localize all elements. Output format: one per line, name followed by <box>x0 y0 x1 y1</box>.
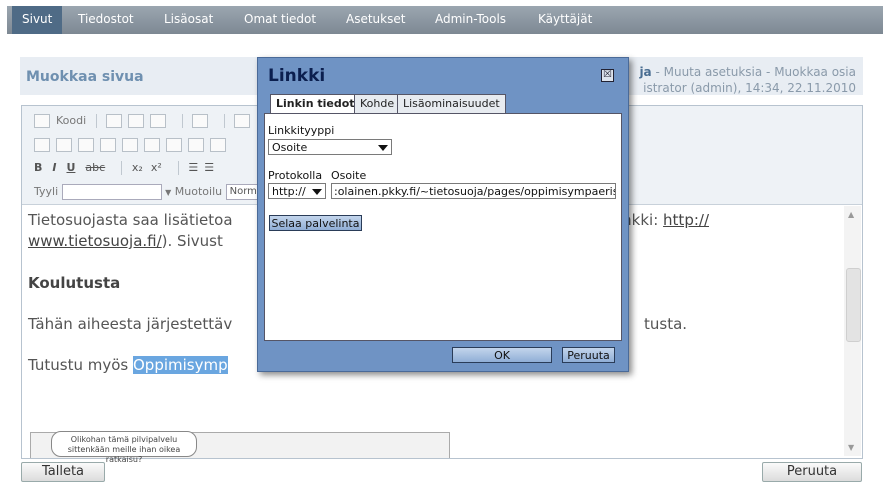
style-select[interactable] <box>61 184 162 200</box>
dialog-body: Linkkityyppi Osoite Protokolla http:// O… <box>264 113 622 341</box>
templates-icon[interactable] <box>192 114 209 128</box>
scroll-down-icon[interactable]: ▼ <box>848 443 854 452</box>
link-tietosuoja-part2[interactable]: www.tietosuoja.fi/ <box>28 232 162 250</box>
text-segment: ). Sivust <box>161 232 223 250</box>
top-navigation: Sivut Tiedostot Lisäosat Omat tiedot Ase… <box>0 0 883 36</box>
format-label: Muotoilu <box>174 185 223 198</box>
save-icon[interactable] <box>106 114 123 128</box>
link-type-value: Osoite <box>272 141 308 154</box>
source-button-label[interactable]: Koodi <box>56 114 86 127</box>
new-page-icon[interactable] <box>128 114 145 128</box>
nav-item-kayttajat[interactable]: Käyttäjät <box>528 6 602 34</box>
cut-icon[interactable] <box>234 114 251 128</box>
select-icon[interactable] <box>144 138 160 152</box>
hidden-field-icon[interactable] <box>210 138 226 152</box>
url-input[interactable]: :olainen.pkky.fi/~tietosuoja/pages/oppim… <box>331 183 616 199</box>
nav-item-lisaosat[interactable]: Lisäosat <box>154 6 223 34</box>
paragraph-2: Tähän aiheesta järjestettäv <box>28 314 232 334</box>
form-icon[interactable] <box>34 138 50 152</box>
toolbar-row-4: Tyyli ▼ Muotoilu Norma <box>34 184 263 204</box>
subscript-icon[interactable]: x₂ <box>132 161 143 174</box>
dialog-title: Linkki <box>268 66 326 86</box>
dialog-cancel-button[interactable]: Peruuta <box>562 347 615 363</box>
browse-server-button[interactable]: Selaa palvelinta <box>269 215 362 231</box>
nav-item-asetukset[interactable]: Asetukset <box>336 6 415 34</box>
text-segment: tusta. <box>644 315 688 333</box>
textfield-icon[interactable] <box>100 138 116 152</box>
breadcrumb-links[interactable]: - Muuta asetuksia - Muokkaa osia <box>652 65 856 79</box>
link-tietosuoja-part1[interactable]: http:// <box>663 211 709 229</box>
nav-item-omat-tiedot[interactable]: Omat tiedot <box>234 6 326 34</box>
save-button[interactable]: Talleta <box>21 462 105 482</box>
chevron-down-icon <box>312 189 322 195</box>
chevron-down-icon[interactable]: ▼ <box>165 188 171 197</box>
nav-bar: Sivut Tiedostot Lisäosat Omat tiedot Ase… <box>7 6 883 34</box>
tab-target[interactable]: Kohde <box>354 94 401 113</box>
tab-advanced[interactable]: Lisäominaisuudet <box>397 94 506 113</box>
superscript-icon[interactable]: x² <box>151 161 162 174</box>
toolbar-separator <box>177 161 179 175</box>
textarea-icon[interactable] <box>122 138 138 152</box>
toolbar-separator <box>181 114 183 128</box>
italic-icon[interactable]: I <box>52 161 56 174</box>
text-segment: Tähän aiheesta järjestettäv <box>28 315 233 333</box>
toolbar-separator <box>95 114 97 128</box>
editor-scrollbar[interactable]: ▲ ▼ <box>844 206 861 456</box>
breadcrumb: ja - Muuta asetuksia - Muokkaa osia istr… <box>639 64 856 96</box>
chevron-down-icon <box>378 145 388 151</box>
scrollbar-thumb[interactable] <box>846 268 861 342</box>
link-type-label: Linkkityyppi <box>268 124 335 137</box>
text-segment: Tutustu myös <box>28 356 133 374</box>
url-label: Osoite <box>331 169 367 182</box>
close-icon[interactable]: ☒ <box>601 69 614 82</box>
link-dialog: Linkki ☒ Linkin tiedot Kohde Lisäominais… <box>257 57 629 372</box>
image-speech-bubble: Olikohan tämä pilvipalvelu sittenkään me… <box>51 431 197 464</box>
protocol-label: Protokolla <box>268 169 323 182</box>
breadcrumb-current: ja <box>639 65 652 79</box>
nav-item-admin-tools[interactable]: Admin-Tools <box>425 6 516 34</box>
paragraph-1-line-1: Tietosuojasta saa lisätietoa <box>28 210 233 230</box>
nav-item-tiedostot[interactable]: Tiedostot <box>68 6 144 34</box>
paragraph-2-end: tusta. <box>644 314 687 334</box>
toolbar-separator <box>121 161 123 175</box>
bold-icon[interactable]: B <box>34 161 42 174</box>
ok-button[interactable]: OK <box>452 347 552 363</box>
button-icon[interactable] <box>166 138 182 152</box>
embedded-image[interactable]: Olikohan tämä pilvipalvelu sittenkään me… <box>30 431 450 464</box>
toolbar-row-3: B I Uabc x₂ x² ☰ ☰ <box>34 161 214 181</box>
text-segment: Tietosuojasta saa lisätietoa <box>28 211 233 229</box>
strike-icon[interactable]: abc <box>85 161 105 174</box>
image-button-icon[interactable] <box>188 138 204 152</box>
cancel-button[interactable]: Peruuta <box>762 462 862 482</box>
image-caption-line: Olikohan tämä pilvipalvelu <box>70 435 178 444</box>
toolbar-row-2 <box>34 138 232 158</box>
preview-icon[interactable] <box>150 114 167 128</box>
nav-item-sivut[interactable]: Sivut <box>12 6 63 34</box>
source-icon[interactable] <box>34 114 50 128</box>
style-label: Tyyli <box>34 185 59 198</box>
tab-link-info[interactable]: Linkin tiedot <box>270 94 361 114</box>
heading-koulutusta: Koulutusta <box>28 274 121 292</box>
page-meta: istrator (admin), 14:34, 22.11.2010 <box>643 81 856 95</box>
paragraph-1-line-2: www.tietosuoja.fi/). Sivust <box>28 231 223 251</box>
toolbar-row-1: Koodi <box>34 114 256 134</box>
protocol-value: http:// <box>272 185 306 198</box>
checkbox-icon[interactable] <box>56 138 72 152</box>
selected-text[interactable]: Oppimisymp <box>133 356 228 374</box>
paragraph-3: Tutustu myös Oppimisymp <box>28 355 228 375</box>
toolbar-separator <box>223 114 225 128</box>
bulleted-list-icon[interactable]: ☰ <box>204 161 214 174</box>
scroll-up-icon[interactable]: ▲ <box>848 210 854 219</box>
underline-icon[interactable]: U <box>66 161 75 174</box>
radio-icon[interactable] <box>78 138 94 152</box>
paragraph-1-line-1-end: inkki: http:// <box>618 210 709 230</box>
page-title: Muokkaa sivua <box>26 69 144 85</box>
link-type-select[interactable]: Osoite <box>268 139 392 155</box>
numbered-list-icon[interactable]: ☰ <box>188 161 198 174</box>
protocol-select[interactable]: http:// <box>268 183 326 199</box>
